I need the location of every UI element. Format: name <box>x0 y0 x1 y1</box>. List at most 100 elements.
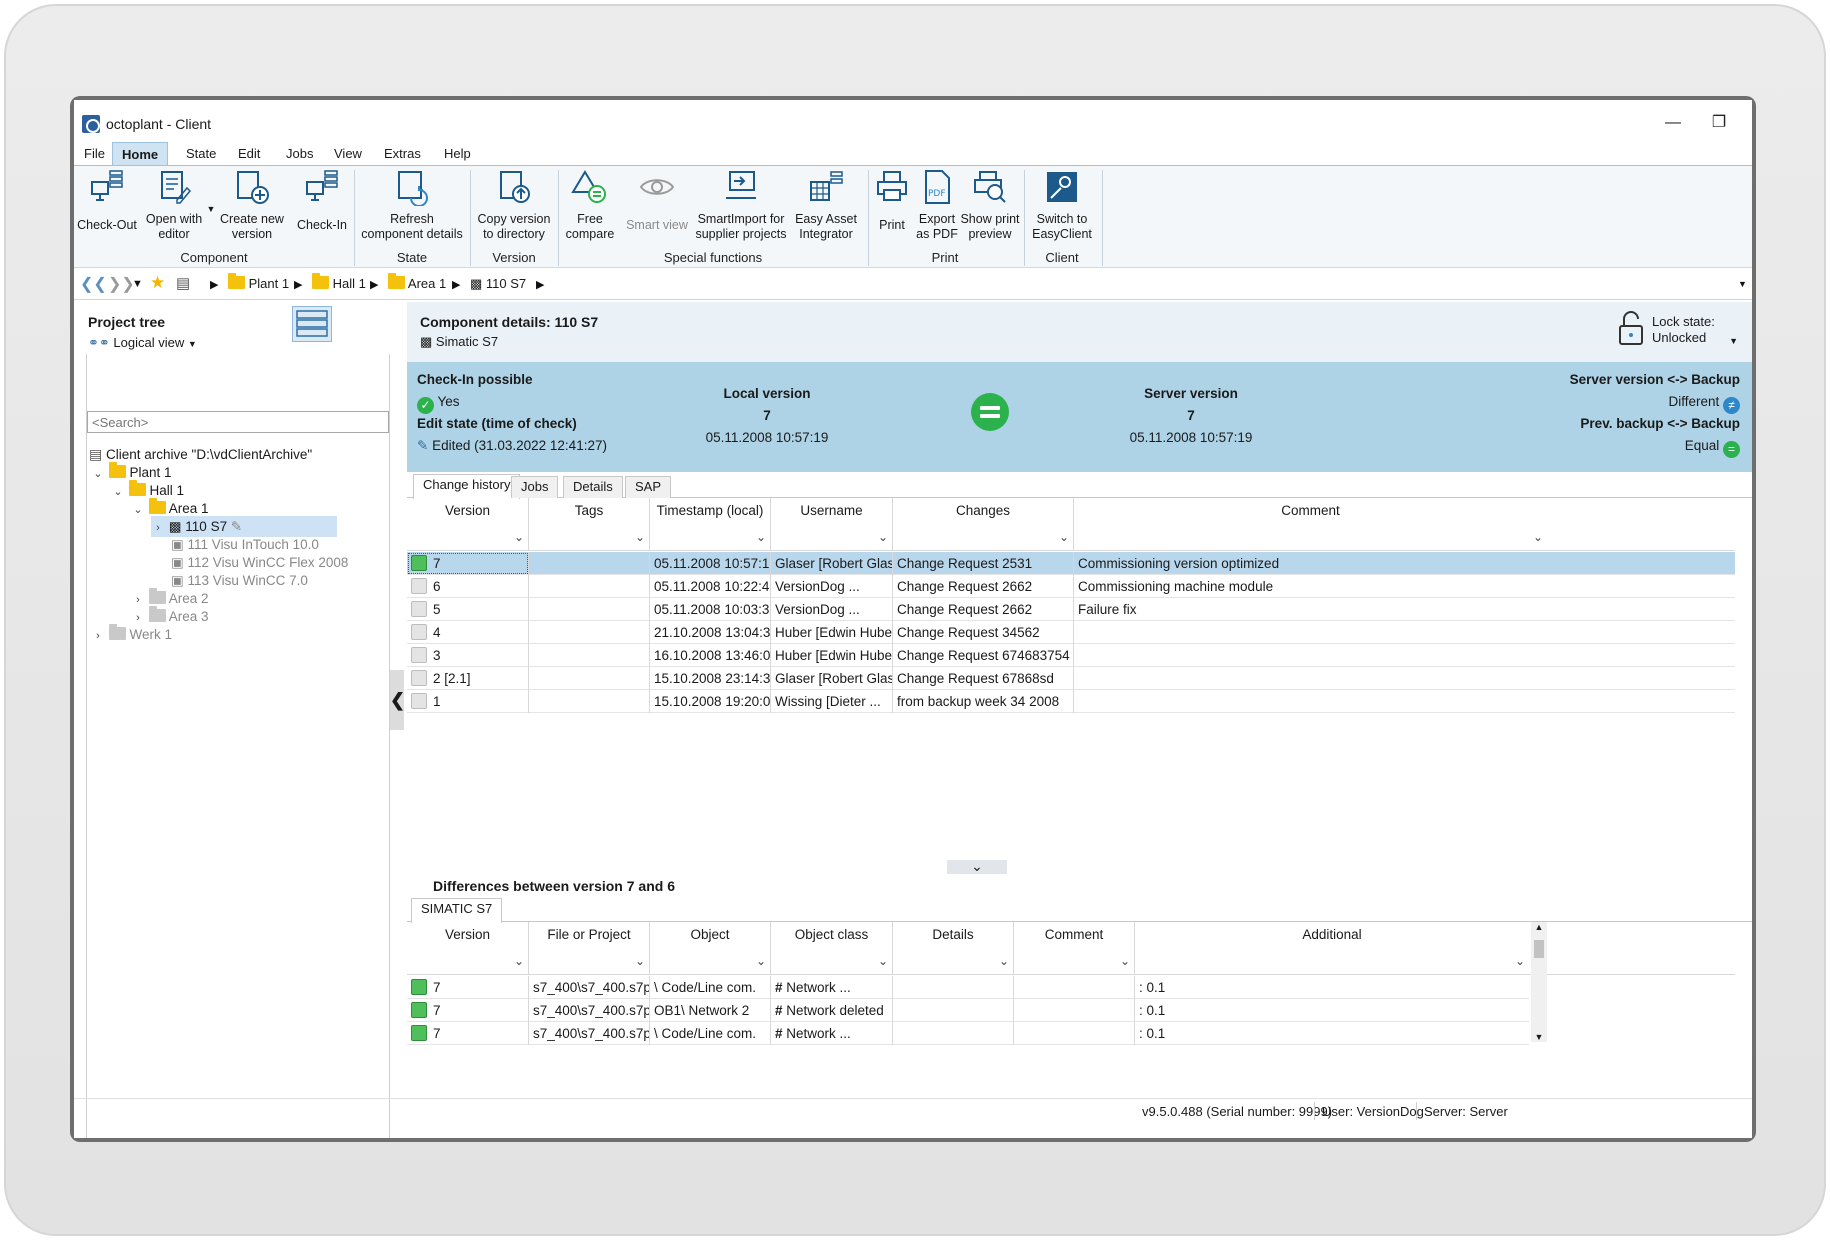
history-row[interactable]: 6 05.11.2008 10:22:49 VersionDog ... Change… <box>407 575 1735 598</box>
tree-server-toggle-icon[interactable] <box>292 306 332 342</box>
history-dropdown-icon[interactable]: ▼ <box>132 278 143 290</box>
chevron-right-icon[interactable]: › <box>91 626 105 647</box>
chevron-right-icon[interactable]: › <box>151 518 165 539</box>
breadcrumb-dropdown-icon[interactable]: ▼ <box>1738 279 1747 289</box>
column-header[interactable]: Details <box>893 922 1014 948</box>
filter-dropdown[interactable]: ⌄ <box>407 948 529 975</box>
breadcrumb-arrow-icon[interactable]: ▶ <box>536 278 544 291</box>
filter-dropdown[interactable]: ⌄ <box>1014 948 1135 975</box>
filter-dropdown[interactable]: ⌄ <box>650 948 771 975</box>
tab-change-history[interactable]: Change history <box>413 474 521 499</box>
create-version-button[interactable]: Create new version <box>214 168 290 242</box>
column-header[interactable]: Object class <box>771 922 893 948</box>
print-preview-button[interactable]: Show print preview <box>960 168 1020 242</box>
switch-easyclient-button[interactable]: Switch to EasyClient <box>1026 168 1098 242</box>
close-button[interactable]: ✕ <box>1749 110 1752 136</box>
history-row[interactable]: 1 15.10.2008 19:20:03 Wissing [Dieter ... f… <box>407 690 1735 713</box>
breadcrumb-arrow-icon[interactable]: ▶ <box>370 278 378 291</box>
column-header[interactable]: Username <box>771 498 893 524</box>
menu-help[interactable]: Help <box>440 142 475 166</box>
history-row[interactable]: 2 [2.1] 15.10.2008 23:14:34 Glaser [Robert… <box>407 667 1735 690</box>
menu-extras[interactable]: Extras <box>380 142 425 166</box>
checkin-button[interactable]: Check-In <box>292 168 352 233</box>
print-button[interactable]: Print <box>870 168 914 233</box>
scroll-down-icon[interactable]: ▼ <box>1531 1032 1547 1042</box>
chevron-down-icon[interactable]: ⌄ <box>111 482 125 503</box>
view-selector[interactable]: ⚭⚭ Logical view ▼ <box>88 335 197 351</box>
filter-dropdown[interactable]: ⌄ <box>407 524 529 551</box>
filter-dropdown[interactable]: ⌄ <box>650 524 771 551</box>
breadcrumb-item[interactable]: Plant 1 <box>228 273 289 291</box>
menu-home[interactable]: Home <box>112 142 169 166</box>
tree-search-input[interactable] <box>87 411 389 433</box>
tab-jobs[interactable]: Jobs <box>511 476 559 498</box>
column-header[interactable]: Tags <box>529 498 650 524</box>
splitter-handle[interactable]: ⌄ <box>947 859 1007 874</box>
menu-file[interactable]: File <box>80 142 109 166</box>
filter-dropdown[interactable]: ⌄ <box>1074 524 1547 551</box>
back-icon[interactable]: ❮❮ <box>80 274 107 294</box>
menu-edit[interactable]: Edit <box>234 142 264 166</box>
breadcrumb-label: Area 1 <box>407 276 447 291</box>
filter-dropdown[interactable]: ⌄ <box>771 948 893 975</box>
collapse-panel-handle[interactable]: ❮ <box>390 670 405 730</box>
difference-row[interactable]: 7 s7_400\s7_400.s7p \ Code/Line com. # Netw… <box>407 976 1529 999</box>
filter-dropdown[interactable]: ⌄ <box>771 524 893 551</box>
history-row[interactable]: 4 21.10.2008 13:04:35 Huber [Edwin Huber] C… <box>407 621 1735 644</box>
refresh-details-button[interactable]: Refresh component details <box>356 168 468 242</box>
difference-row[interactable]: 7 s7_400\s7_400.s7p OB1\ Network 2 # Networ… <box>407 999 1529 1022</box>
tab-details[interactable]: Details <box>563 476 623 498</box>
history-row[interactable]: 7 05.11.2008 10:57:19 Glaser [Robert Glase… <box>407 552 1735 575</box>
history-row[interactable]: 3 16.10.2008 13:46:01 Huber [Edwin Huber] C… <box>407 644 1735 667</box>
breadcrumb-arrow-icon[interactable]: ▶ <box>452 278 460 291</box>
menu-jobs[interactable]: Jobs <box>282 142 317 166</box>
breadcrumb-arrow-icon[interactable]: ▶ <box>294 278 302 291</box>
minimize-button[interactable]: — <box>1658 110 1688 136</box>
column-header[interactable]: Version <box>407 922 529 948</box>
plc-icon: ▩ <box>420 334 433 349</box>
menu-state[interactable]: State <box>182 142 220 166</box>
filter-dropdown[interactable]: ⌄ <box>529 948 650 975</box>
lock-state[interactable]: Lock state: Unlocked ▼ <box>1618 310 1738 350</box>
history-row[interactable]: 5 05.11.2008 10:03:33 VersionDog ... Change… <box>407 598 1735 621</box>
difference-row[interactable]: 7 s7_400\s7_400.s7p \ Code/Line com. # Netw… <box>407 1022 1529 1045</box>
column-header[interactable]: Timestamp (local) <box>650 498 771 524</box>
breadcrumb-item[interactable]: ▩ 110 S7 <box>470 276 526 292</box>
column-header[interactable]: Version <box>407 498 529 524</box>
breadcrumb-item[interactable]: Hall 1 <box>312 273 366 291</box>
chevron-down-icon[interactable]: ⌄ <box>131 500 145 521</box>
filter-dropdown[interactable]: ⌄ <box>529 524 650 551</box>
filter-dropdown[interactable]: ⌄ <box>893 948 1014 975</box>
list-icon[interactable]: ▤ <box>176 274 190 292</box>
scrollbar-thumb[interactable] <box>1534 940 1544 958</box>
column-header[interactable]: Changes <box>893 498 1074 524</box>
smart-view-button[interactable]: Smart view <box>622 168 692 233</box>
column-header[interactable]: Comment <box>1014 922 1135 948</box>
breadcrumb-arrow-icon[interactable]: ▶ <box>210 278 218 291</box>
checkout-button[interactable]: Check-Out <box>76 168 138 233</box>
export-pdf-button[interactable]: PDF Export as PDF <box>914 168 960 242</box>
chevron-down-icon[interactable]: ▼ <box>1729 336 1738 346</box>
favorite-star-icon[interactable]: ★ <box>150 273 165 293</box>
free-compare-button[interactable]: Free compare <box>560 168 620 242</box>
open-editor-button[interactable]: Open with editor <box>140 168 208 242</box>
column-header[interactable]: File or Project <box>529 922 650 948</box>
filter-dropdown[interactable]: ⌄ <box>1135 948 1529 975</box>
column-header[interactable]: Object <box>650 922 771 948</box>
restore-button[interactable]: ❐ <box>1704 110 1734 136</box>
forward-icon[interactable]: ❯❯ <box>108 274 135 294</box>
breadcrumb-item[interactable]: Area 1 <box>388 273 447 291</box>
tab-simatic-s7[interactable]: SIMATIC S7 <box>411 898 503 923</box>
tab-sap[interactable]: SAP <box>625 476 672 498</box>
column-header[interactable]: Comment <box>1074 498 1547 524</box>
differences-scrollbar[interactable]: ▲ ▼ <box>1531 922 1547 1042</box>
smartimport-button[interactable]: SmartImport for supplier projects <box>694 168 788 242</box>
easy-asset-button[interactable]: Easy Asset Integrator <box>788 168 864 242</box>
copy-version-button[interactable]: Copy version to directory <box>472 168 556 242</box>
scroll-up-icon[interactable]: ▲ <box>1531 922 1547 932</box>
menu-view[interactable]: View <box>330 142 366 166</box>
tree-item-werk-1[interactable]: › Werk 1 <box>91 624 172 645</box>
chevron-down-icon[interactable]: ⌄ <box>91 464 105 485</box>
column-header[interactable]: Additional <box>1135 922 1529 948</box>
filter-dropdown[interactable]: ⌄ <box>893 524 1074 551</box>
